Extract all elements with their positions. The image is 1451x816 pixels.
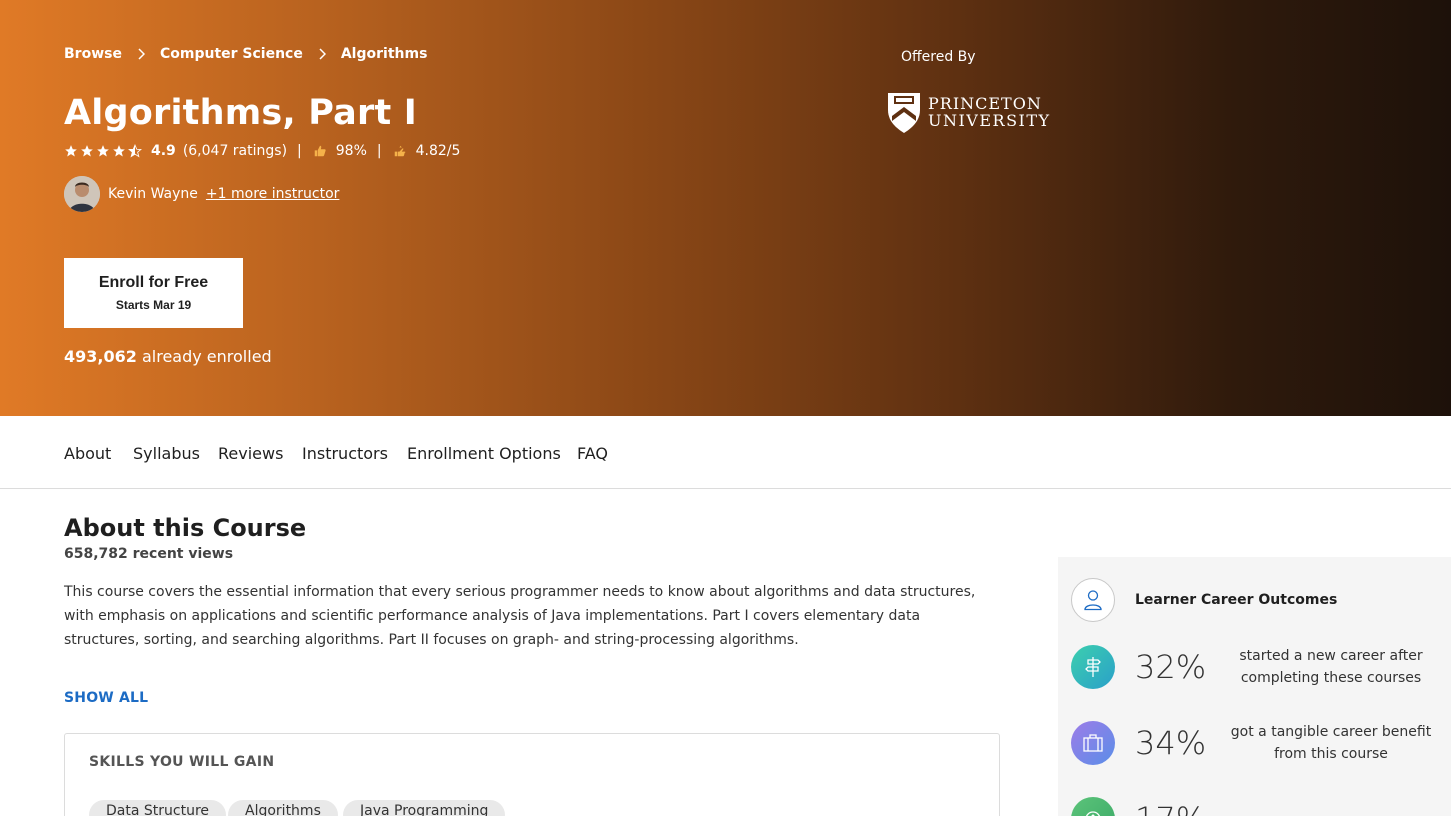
star-icon	[65, 145, 77, 157]
more-instructors-link[interactable]: +1 more instructor	[206, 186, 340, 202]
princeton-logo[interactable]: PRINCETON UNIVERSITY	[886, 90, 1051, 134]
instructor-name[interactable]: Kevin Wayne	[108, 186, 198, 202]
course-hero-banner: Browse Computer Science Algorithms Algor…	[0, 0, 1451, 416]
skill-chip[interactable]: Data Structure	[89, 800, 227, 816]
outcomes-header: Learner Career Outcomes	[1071, 578, 1337, 622]
princeton-shield-icon	[888, 93, 920, 133]
about-title: About this Course	[64, 514, 307, 542]
score-metric: 4.82/5	[393, 143, 461, 159]
hand-icon	[394, 145, 405, 157]
breadcrumb-computer-science[interactable]: Computer Science	[160, 46, 303, 62]
tab-faq[interactable]: FAQ	[577, 444, 608, 463]
logo-line2: UNIVERSITY	[928, 111, 1051, 130]
promotion-icon	[1071, 797, 1115, 816]
start-date: Starts Mar 19	[115, 298, 192, 312]
logo-text: PRINCETON UNIVERSITY	[928, 95, 1051, 129]
outcome-stat-row: 17%	[1071, 797, 1451, 816]
outcome-stat-row: 34% got a tangible career benefit from t…	[1071, 721, 1451, 765]
tab-reviews[interactable]: Reviews	[218, 444, 283, 463]
breadcrumb: Browse Computer Science Algorithms	[64, 46, 427, 62]
enrolled-count: 493,062 already enrolled	[64, 347, 272, 366]
signpost-icon	[1071, 645, 1115, 689]
half-star-icon	[128, 144, 142, 158]
course-nav: About Syllabus Reviews Instructors Enrol…	[0, 416, 1451, 489]
rating-count: (6,047 ratings)	[182, 143, 288, 159]
course-ratings: 4.9 (6,047 ratings) | 98% | 4.82/5	[64, 143, 470, 159]
like-metric: 98%	[313, 143, 367, 159]
enrolled-suffix: already enrolled	[136, 347, 272, 366]
skill-chip[interactable]: Algorithms	[228, 800, 338, 816]
enroll-label: Enroll for Free	[98, 274, 209, 291]
thumbs-up-icon	[314, 145, 326, 157]
tab-about[interactable]: About	[64, 444, 111, 463]
skills-title: SKILLS YOU WILL GAIN	[89, 754, 275, 770]
outcome-text: got a tangible career benefit from this …	[1230, 724, 1432, 762]
skill-chip[interactable]: Java Programming	[343, 800, 506, 816]
chevron-right-icon	[134, 47, 148, 61]
tab-syllabus[interactable]: Syllabus	[133, 444, 200, 463]
outcome-percentage: 17%	[1135, 800, 1206, 816]
chevron-right-icon	[315, 47, 329, 61]
course-title: Algorithms, Part I	[64, 93, 418, 133]
offered-by-label: Offered By	[901, 49, 976, 65]
recent-views: 658,782 recent views	[64, 546, 234, 562]
star-rating	[64, 144, 142, 158]
instructor-row: Kevin Wayne +1 more instructor	[64, 176, 339, 212]
score-value: 4.82/5	[415, 143, 461, 159]
like-percentage: 98%	[335, 143, 367, 159]
outcome-stat-row: 32% started a new career after completin…	[1071, 645, 1451, 689]
outcome-percentage: 32%	[1135, 648, 1207, 686]
course-description: This course covers the essential informa…	[64, 584, 976, 648]
enroll-button[interactable]: Enroll for Free Starts Mar 19	[64, 258, 243, 328]
outcomes-title: Learner Career Outcomes	[1135, 592, 1338, 608]
star-icon	[81, 145, 93, 157]
show-all-button[interactable]: SHOW ALL	[64, 690, 148, 706]
breadcrumb-browse[interactable]: Browse	[64, 46, 122, 62]
outcome-text: started a new career after completing th…	[1239, 648, 1423, 686]
tab-enrollment-options[interactable]: Enrollment Options	[407, 444, 561, 463]
instructor-avatar[interactable]	[64, 176, 100, 212]
enrolled-number: 493,062	[64, 347, 137, 366]
divider: |	[297, 143, 302, 159]
breadcrumb-algorithms[interactable]: Algorithms	[341, 46, 428, 62]
rating-value: 4.9	[151, 143, 176, 159]
outcome-percentage: 34%	[1135, 724, 1207, 762]
divider: |	[376, 143, 382, 159]
person-icon	[1071, 578, 1115, 622]
tab-instructors[interactable]: Instructors	[302, 444, 388, 463]
skills-card: SKILLS YOU WILL GAIN Data Structure Algo…	[64, 733, 1000, 816]
star-icon	[113, 145, 125, 157]
briefcase-icon	[1071, 721, 1115, 765]
career-outcomes-panel: Learner Career Outcomes 32% started a ne…	[1058, 557, 1451, 816]
logo-line1: PRINCETON	[928, 94, 1042, 113]
star-icon	[97, 145, 109, 157]
